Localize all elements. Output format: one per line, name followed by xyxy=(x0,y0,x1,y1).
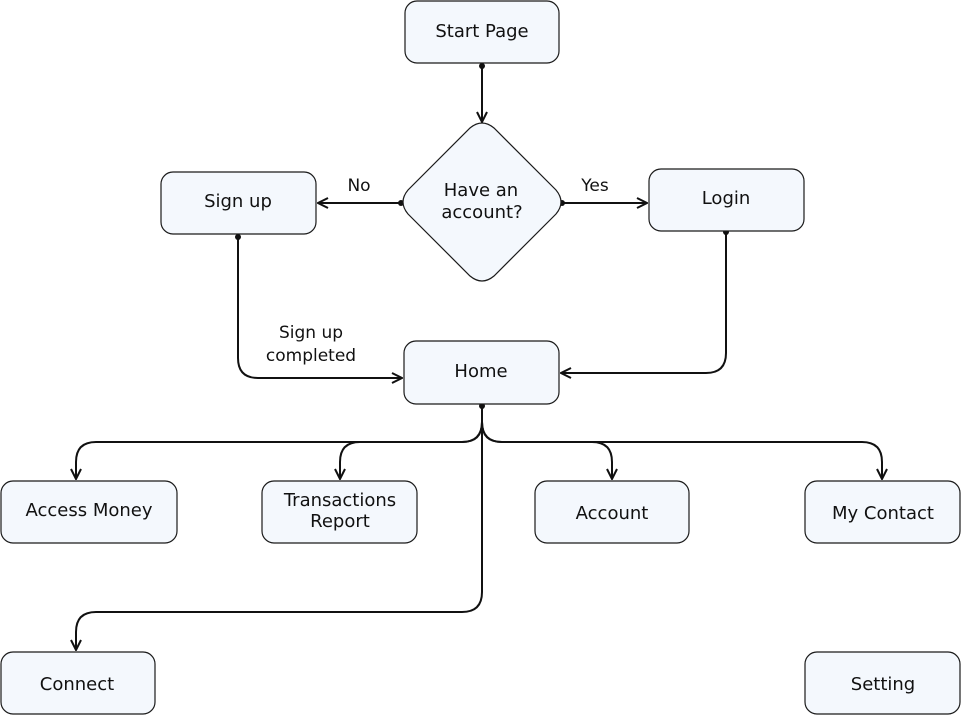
node-setting[interactable]: Setting xyxy=(804,651,961,715)
node-account[interactable]: Account xyxy=(534,480,690,544)
node-label: My Contact xyxy=(832,503,934,524)
edge-home-to-transactions xyxy=(340,406,483,479)
node-sign-up[interactable]: Sign up xyxy=(160,171,317,235)
edge-label-signup-completed-2: completed xyxy=(266,346,356,366)
flowchart: No Yes Sign up completed Start Page Have… xyxy=(0,0,961,715)
node-transactions-report[interactable]: Transactions Report xyxy=(261,480,418,544)
node-label: Home xyxy=(454,361,507,382)
node-label-1: Transactions xyxy=(283,490,396,511)
node-label-1: Have an xyxy=(444,180,518,201)
node-label: Connect xyxy=(40,674,114,695)
node-my-contact[interactable]: My Contact xyxy=(804,480,961,544)
node-label: Access Money xyxy=(25,500,152,521)
node-access-money[interactable]: Access Money xyxy=(0,480,178,544)
node-label: Sign up xyxy=(204,191,272,212)
edge-no-to-signup xyxy=(318,200,404,206)
node-start-page[interactable]: Start Page xyxy=(404,0,560,64)
node-label: Setting xyxy=(851,674,915,695)
node-label: Login xyxy=(702,188,751,209)
edge-yes-to-login xyxy=(559,200,647,206)
node-label: Account xyxy=(576,503,649,524)
edge-label-no: No xyxy=(347,176,370,196)
node-decision-have-account[interactable]: Have an account? xyxy=(402,122,562,282)
edges-home-branches xyxy=(76,403,882,650)
node-login[interactable]: Login xyxy=(648,168,805,232)
edge-label-yes: Yes xyxy=(580,176,609,196)
edge-label-signup-completed-1: Sign up xyxy=(279,323,343,343)
node-label-2: Report xyxy=(310,511,370,532)
edge-start-to-decision xyxy=(479,63,485,122)
edge-login-to-home xyxy=(561,229,729,373)
node-label: Start Page xyxy=(435,21,528,42)
node-connect[interactable]: Connect xyxy=(0,651,156,715)
edge-home-to-my-contact xyxy=(481,406,882,479)
node-label-2: account? xyxy=(441,202,522,223)
node-home[interactable]: Home xyxy=(403,340,560,405)
